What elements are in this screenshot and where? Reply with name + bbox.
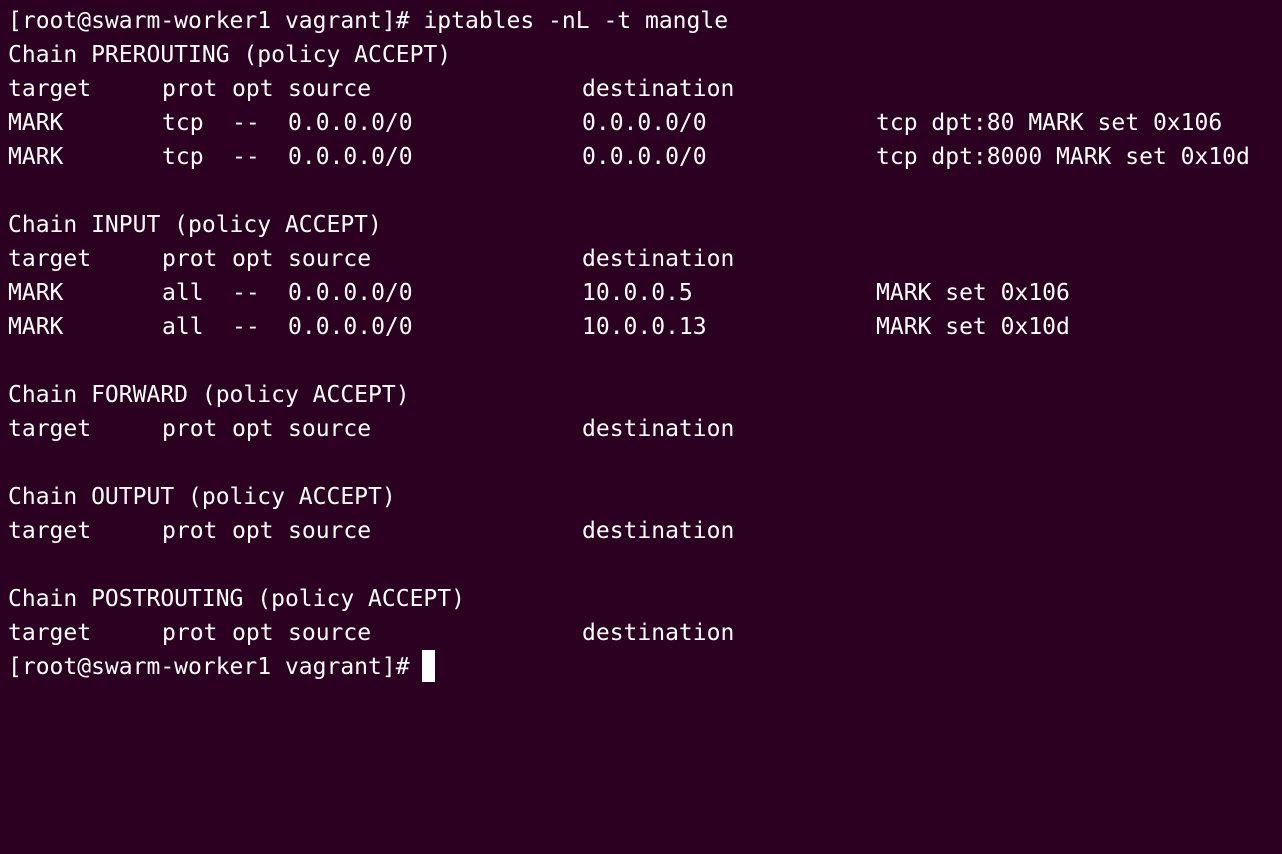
header-opt: opt (232, 76, 274, 102)
header-opt: opt (232, 416, 274, 442)
command-line: [root@swarm-worker1 vagrant]# iptables -… (8, 4, 1278, 38)
header-destination: destination (582, 76, 735, 102)
rule-row: MARK all -- 0.0.0.0/0 10.0.0.5 MARK set … (8, 276, 1278, 310)
header-target: target (8, 620, 92, 646)
rule-opt: -- (232, 144, 260, 170)
rule-opt: -- (232, 110, 260, 136)
rule-extra: tcp dpt:8000 MARK set 0x10d (876, 144, 1250, 170)
shell-prompt: [root@swarm-worker1 vagrant]# (8, 654, 410, 680)
text-cursor (421, 649, 435, 682)
header-source: source (288, 518, 372, 544)
header-target: target (8, 416, 92, 442)
final-prompt-line[interactable]: [root@swarm-worker1 vagrant]# (8, 649, 1278, 684)
rule-target: MARK (8, 110, 64, 136)
chain-title-prerouting: Chain PREROUTING (policy ACCEPT) (8, 42, 452, 68)
rule-destination: 0.0.0.0/0 (582, 110, 707, 136)
rule-row: MARK tcp -- 0.0.0.0/0 0.0.0.0/0 tcp dpt:… (8, 106, 1278, 140)
column-header-row: target prot opt source destination (8, 242, 1278, 276)
chain-title-output: Chain OUTPUT (policy ACCEPT) (8, 484, 396, 510)
header-opt: opt (232, 518, 274, 544)
rule-prot: tcp (162, 144, 204, 170)
rule-source: 0.0.0.0/0 (288, 144, 413, 170)
rule-opt: -- (232, 280, 260, 306)
rule-destination: 10.0.0.13 (582, 314, 707, 340)
header-target: target (8, 76, 92, 102)
rule-source: 0.0.0.0/0 (288, 280, 413, 306)
command-text: iptables -nL -t mangle (423, 8, 729, 34)
rule-row: MARK all -- 0.0.0.0/0 10.0.0.13 MARK set… (8, 310, 1278, 344)
chain-title-forward: Chain FORWARD (policy ACCEPT) (8, 382, 410, 408)
header-prot: prot (162, 620, 218, 646)
header-prot: prot (162, 246, 218, 272)
rule-target: MARK (8, 314, 64, 340)
header-opt: opt (232, 246, 274, 272)
chain-title-postrouting: Chain POSTROUTING (policy ACCEPT) (8, 586, 465, 612)
header-source: source (288, 246, 372, 272)
header-prot: prot (162, 416, 218, 442)
rule-prot: all (162, 280, 204, 306)
header-prot: prot (162, 518, 218, 544)
rule-opt: -- (232, 314, 260, 340)
shell-prompt: [root@swarm-worker1 vagrant]# (8, 8, 410, 34)
column-header-row: target prot opt source destination (8, 616, 1278, 650)
header-prot: prot (162, 76, 218, 102)
rule-destination: 10.0.0.5 (582, 280, 693, 306)
header-source: source (288, 76, 372, 102)
column-header-row: target prot opt source destination (8, 412, 1278, 446)
header-destination: destination (582, 246, 735, 272)
header-source: source (288, 620, 372, 646)
header-opt: opt (232, 620, 274, 646)
terminal-window[interactable]: [root@swarm-worker1 vagrant]# iptables -… (8, 4, 1278, 688)
rule-target: MARK (8, 144, 64, 170)
rule-prot: all (162, 314, 204, 340)
header-destination: destination (582, 620, 735, 646)
rule-source: 0.0.0.0/0 (288, 110, 413, 136)
rule-source: 0.0.0.0/0 (288, 314, 413, 340)
header-target: target (8, 246, 92, 272)
rule-target: MARK (8, 280, 64, 306)
column-header-row: target prot opt source destination (8, 514, 1278, 548)
rule-extra: MARK set 0x10d (876, 314, 1070, 340)
rule-destination: 0.0.0.0/0 (582, 144, 707, 170)
rule-row: MARK tcp -- 0.0.0.0/0 0.0.0.0/0 tcp dpt:… (8, 140, 1278, 174)
rule-extra: MARK set 0x106 (876, 280, 1070, 306)
rule-prot: tcp (162, 110, 204, 136)
header-destination: destination (582, 518, 735, 544)
rule-extra: tcp dpt:80 MARK set 0x106 (876, 110, 1223, 136)
header-target: target (8, 518, 92, 544)
header-source: source (288, 416, 372, 442)
chain-title-input: Chain INPUT (policy ACCEPT) (8, 212, 382, 238)
column-header-row: target prot opt source destination (8, 72, 1278, 106)
header-destination: destination (582, 416, 735, 442)
